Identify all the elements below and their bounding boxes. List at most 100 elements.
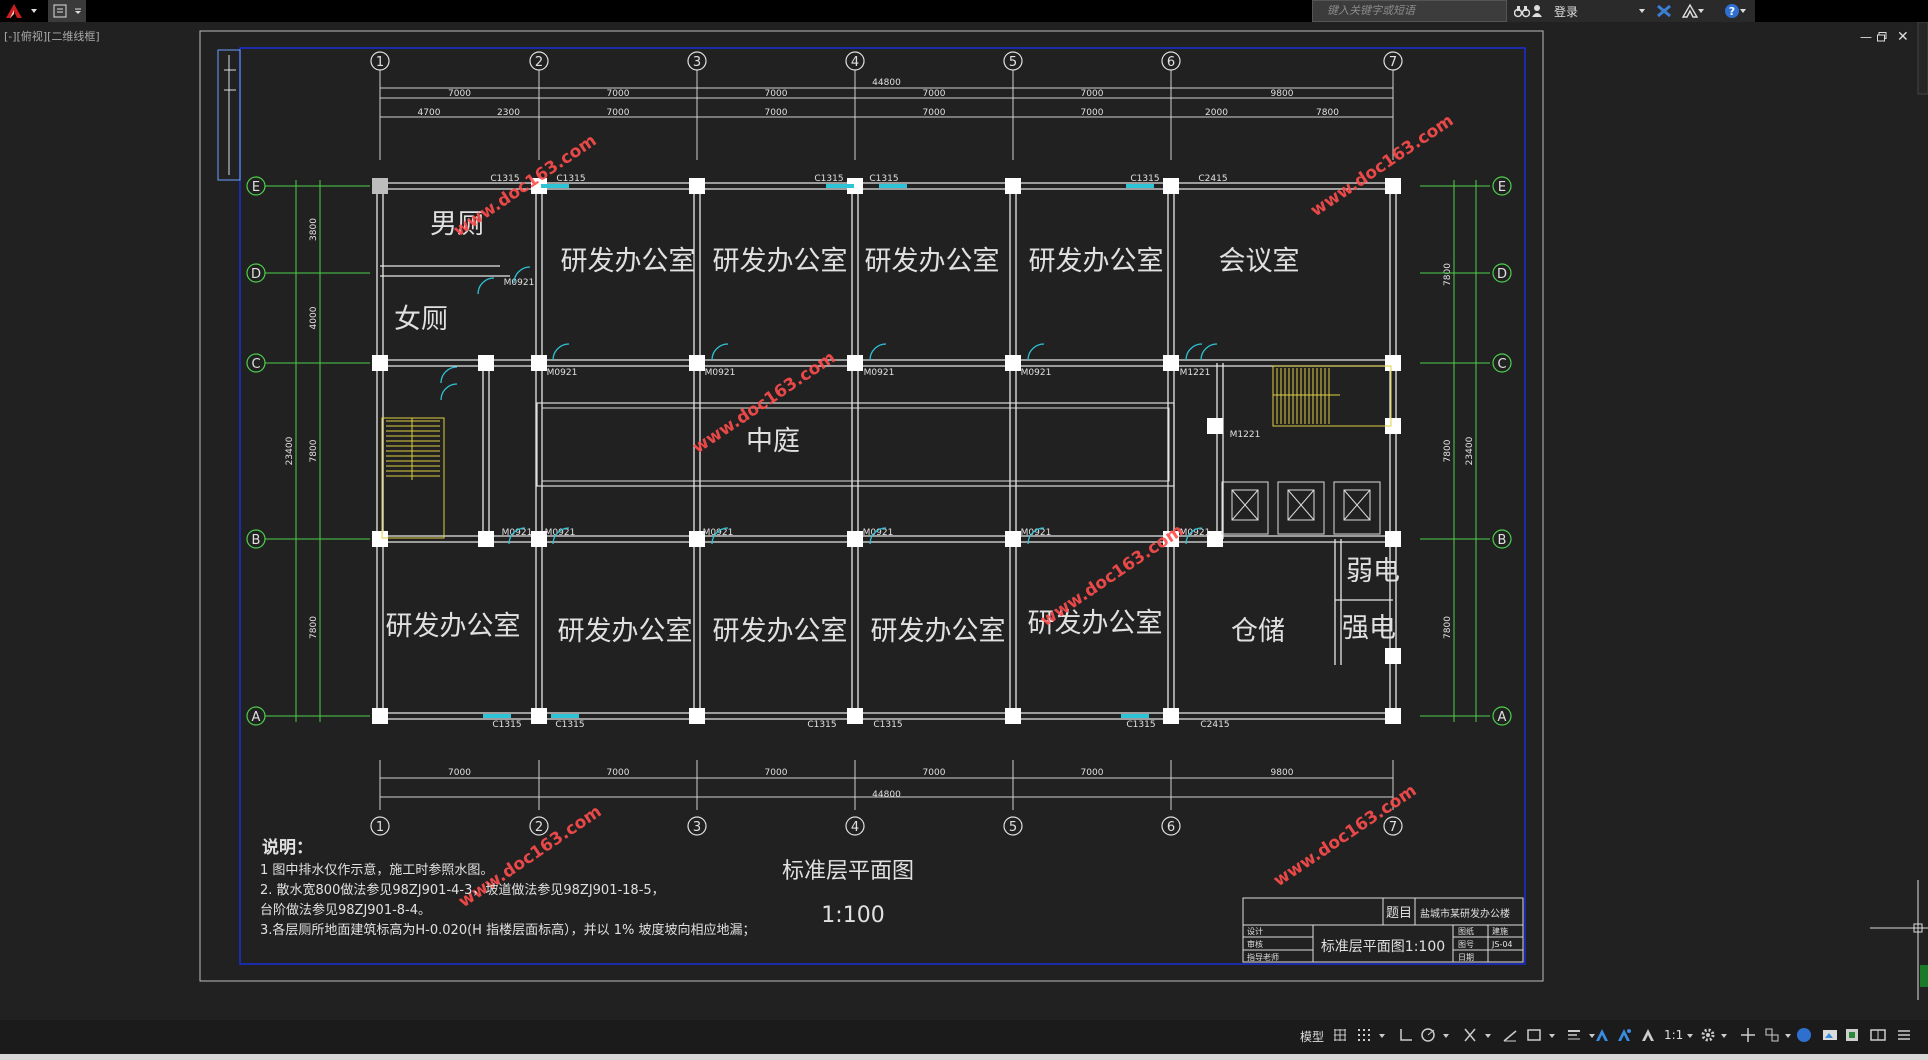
dim-total-bottom: 44800 — [872, 790, 901, 800]
door-tag: M0921 — [705, 368, 736, 378]
app-menu-chevron-icon[interactable] — [26, 0, 42, 22]
snap-dropdown-icon[interactable] — [1378, 1027, 1388, 1043]
polar-dropdown-icon[interactable] — [1442, 1027, 1452, 1043]
annotation-monitor-icon[interactable] — [1740, 1027, 1756, 1043]
grid-icon[interactable] — [1332, 1027, 1348, 1043]
room-meeting: 会议室 — [1219, 246, 1300, 277]
room-office: 研发办公室 — [713, 616, 848, 647]
drawing-scale: 1:100 — [821, 903, 884, 928]
structural-column — [689, 355, 705, 371]
workspace-gear-icon[interactable] — [1700, 1027, 1716, 1043]
dim-top-row2: 7000 — [923, 108, 946, 118]
grid-axes: 1 1 2 2 3 3 4 4 5 5 6 6 7 7 E E D D C C B B A A — [246, 51, 1512, 836]
crosshair-cursor — [1870, 880, 1928, 1000]
axis-label-2: 2 — [535, 55, 543, 70]
structural-column — [1163, 178, 1179, 194]
door-swing — [440, 366, 458, 384]
dim-bottom: 7000 — [1081, 768, 1104, 778]
annotation-scale-icon[interactable] — [1640, 1027, 1656, 1043]
a360-dropdown-icon[interactable] — [1696, 0, 1706, 22]
help-dropdown-icon[interactable] — [1738, 0, 1748, 22]
watermark: www.doc163.com — [1307, 111, 1457, 221]
structural-column — [1207, 418, 1223, 434]
stair-right — [1272, 365, 1392, 427]
workspace-dropdown-icon[interactable] — [1720, 1027, 1730, 1043]
tb-cell: 建施 — [1492, 926, 1508, 936]
door-tag: M0921 — [547, 368, 578, 378]
hardware-acceleration-icon[interactable] — [1844, 1027, 1860, 1043]
dim-left: 4000 — [309, 306, 319, 329]
door-swing — [1200, 343, 1218, 361]
tb-cell: 图纸 — [1458, 926, 1474, 936]
object-snap-tracking-icon[interactable] — [1502, 1027, 1518, 1043]
model-tab[interactable]: 模型 — [1300, 1028, 1324, 1045]
axis-label-1: 1 — [376, 820, 384, 835]
login-link[interactable]: 登录 — [1554, 3, 1578, 20]
isodraft-icon[interactable] — [1462, 1027, 1478, 1043]
dim-left-total: 23400 — [285, 436, 295, 465]
structural-column — [372, 708, 388, 724]
scale-dropdown-icon[interactable] — [1686, 1027, 1696, 1043]
annotation-visibility-icon[interactable] — [1594, 1027, 1610, 1043]
axis-label-D: D — [251, 267, 261, 282]
dim-top-row2: 7000 — [607, 108, 630, 118]
isolate-objects-icon[interactable] — [1822, 1027, 1838, 1043]
axis-label-E: E — [1498, 180, 1506, 195]
axis-label-D: D — [1497, 267, 1507, 282]
qat-dropdown-icon[interactable] — [70, 0, 86, 22]
isodraft-dropdown-icon[interactable] — [1484, 1027, 1494, 1043]
window-tag: C1315 — [555, 720, 584, 730]
quick-properties-icon[interactable] — [1796, 1027, 1812, 1043]
note-line: 台阶做法参见98ZJ901-8-4。 — [260, 902, 431, 918]
quick-access-toolbar[interactable] — [48, 0, 72, 22]
axis-label-6: 6 — [1167, 55, 1175, 70]
structural-column — [531, 708, 547, 724]
annotation-scale-value[interactable]: 1:1 — [1664, 1028, 1683, 1042]
dim-left: 7800 — [309, 616, 319, 639]
door-tag: M0921 — [703, 528, 734, 538]
structural-column — [478, 531, 494, 547]
window-tag: C2415 — [1198, 174, 1227, 184]
polar-tracking-icon[interactable] — [1420, 1027, 1436, 1043]
room-office: 研发办公室 — [865, 246, 1000, 277]
search-input[interactable]: 键入关键字或短语 — [1312, 0, 1507, 22]
svg-text:?: ? — [1729, 5, 1735, 18]
structural-column — [689, 178, 705, 194]
ortho-icon[interactable] — [1398, 1027, 1414, 1043]
dim-top-row1: 7000 — [607, 89, 630, 99]
room-strong-electric: 强电 — [1342, 613, 1396, 644]
window-mark — [879, 184, 907, 188]
object-snap-icon[interactable] — [1526, 1027, 1542, 1043]
structural-column — [372, 355, 388, 371]
window-tag: C1315 — [1130, 174, 1159, 184]
dim-right: 7800 — [1443, 263, 1453, 286]
window-mark — [1126, 184, 1154, 188]
axis-label-3: 3 — [693, 820, 701, 835]
autocad-logo-icon[interactable] — [2, 0, 26, 22]
axis-label-2: 2 — [535, 820, 543, 835]
infocenter-strip — [1507, 0, 1755, 22]
door-swing — [477, 277, 495, 295]
osnap-dropdown-icon[interactable] — [1548, 1027, 1558, 1043]
dim-top-row2: 7000 — [1081, 108, 1104, 118]
exchange-apps-icon[interactable] — [1652, 0, 1676, 22]
axis-label-5: 5 — [1009, 55, 1017, 70]
clean-screen-icon[interactable] — [1870, 1027, 1886, 1043]
axis-label-B: B — [252, 533, 261, 548]
axis-label-C: C — [1497, 357, 1506, 372]
snap-icon[interactable] — [1356, 1027, 1372, 1043]
lineweight-icon[interactable] — [1566, 1027, 1582, 1043]
tb-cell: JS-04 — [1491, 940, 1513, 949]
room-female-toilet: 女厕 — [394, 304, 448, 335]
door-swing — [552, 343, 570, 361]
drawing-canvas[interactable]: 44800 7000 7000 7000 7000 7000 9800 4700 2300 700… — [0, 22, 1928, 1020]
tb-project-name: 盐城市某研发办公楼 — [1420, 907, 1510, 920]
units-icon[interactable] — [1764, 1027, 1780, 1043]
auto-scale-icon[interactable] — [1616, 1027, 1632, 1043]
units-dropdown-icon[interactable] — [1784, 1027, 1794, 1043]
dim-right: 7800 — [1443, 616, 1453, 639]
login-dropdown-icon[interactable] — [1636, 0, 1648, 22]
room-office: 研发办公室 — [386, 611, 521, 642]
customization-icon[interactable] — [1896, 1027, 1912, 1043]
window-mark — [541, 184, 569, 188]
